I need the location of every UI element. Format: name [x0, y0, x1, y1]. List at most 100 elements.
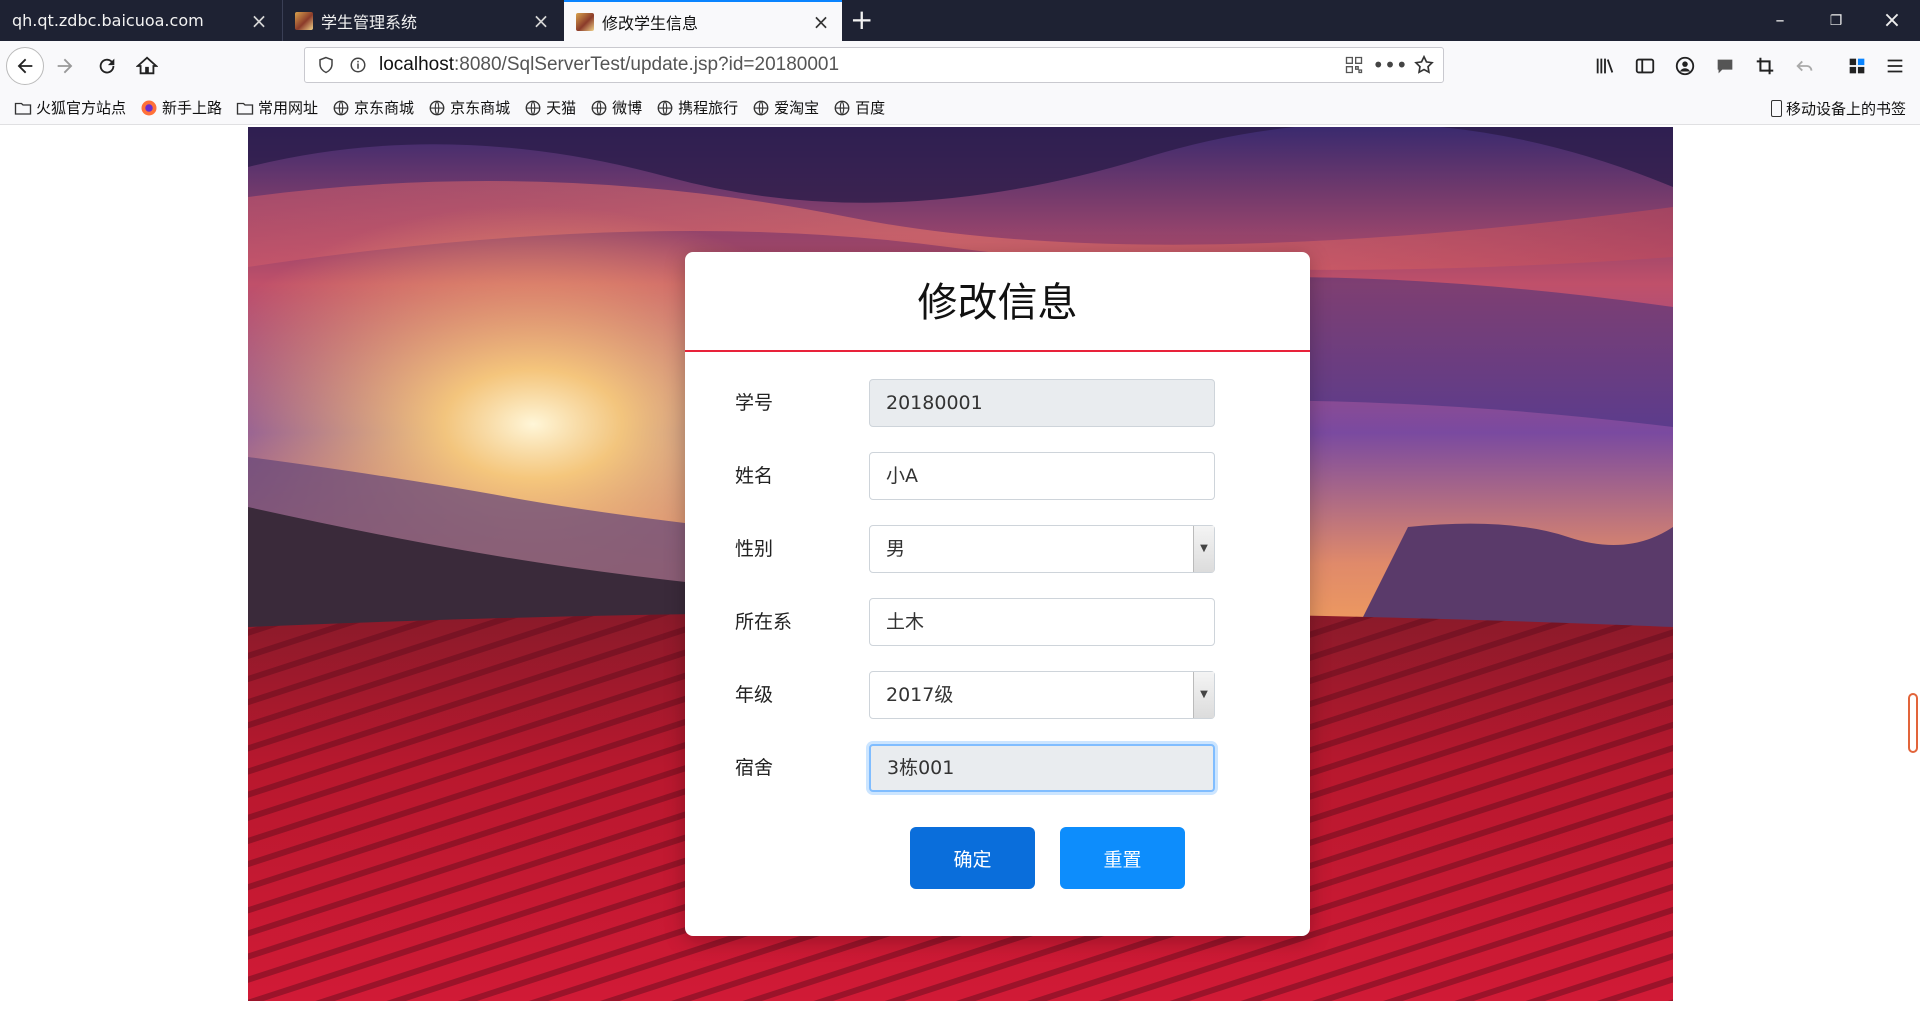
bookmark-label: 百度 [855, 99, 886, 117]
page-viewport: 修改信息 学号 20180001 姓名 小A 性别 男 ▼ 所在系 土木 年级 … [0, 125, 1920, 1030]
bookmark-item[interactable]: 天猫 [524, 97, 576, 118]
department-input[interactable]: 土木 [869, 598, 1215, 646]
globe-icon [833, 99, 851, 117]
student-id-input[interactable]: 20180001 [869, 379, 1215, 427]
form-row-gender: 性别 男 ▼ [735, 525, 1235, 573]
star-bookmark-icon[interactable] [1413, 54, 1435, 76]
field-label: 姓名 [735, 465, 774, 487]
bookmark-label: 京东商城 [354, 99, 415, 117]
globe-icon [590, 99, 608, 117]
hamburger-menu-icon[interactable] [1878, 49, 1912, 83]
bookmark-item[interactable]: 百度 [833, 97, 885, 118]
navigation-toolbar: localhost:8080/SqlServerTest/update.jsp?… [0, 41, 1920, 91]
bookmark-item[interactable]: 常用网址 [236, 97, 318, 118]
mobile-bookmarks-label: 移动设备上的书签 [1785, 99, 1906, 118]
edit-form-card: 修改信息 学号 20180001 姓名 小A 性别 男 ▼ 所在系 土木 年级 … [685, 252, 1310, 936]
sidebar-icon[interactable] [1628, 49, 1662, 83]
bookmark-label: 携程旅行 [678, 99, 739, 117]
form-title: 修改信息 [685, 252, 1310, 352]
page-favicon-icon [576, 12, 594, 31]
tab-label: 修改学生信息 [602, 13, 699, 33]
reload-icon[interactable] [90, 49, 124, 83]
bookmark-label: 爱淘宝 [774, 99, 820, 117]
form-row-department: 所在系 土木 [735, 598, 1235, 646]
tab-student-system[interactable]: 学生管理系统 × [282, 0, 562, 41]
info-icon[interactable] [347, 54, 369, 76]
gender-select[interactable]: 男 ▼ [869, 525, 1215, 573]
form-row-student-id: 学号 20180001 [735, 379, 1235, 427]
form-actions: 确定 重置 [735, 827, 1235, 889]
firefox-icon [140, 99, 158, 117]
field-label: 性别 [735, 538, 774, 560]
globe-icon [332, 99, 350, 117]
close-icon[interactable]: × [532, 9, 550, 33]
minimize-icon[interactable]: – [1752, 0, 1808, 41]
restore-icon[interactable]: ❐ [1808, 0, 1864, 41]
form-row-grade: 年级 2017级 ▼ [735, 671, 1235, 719]
bookmark-label: 京东商城 [450, 99, 511, 117]
field-label: 所在系 [735, 611, 793, 633]
undo-icon[interactable] [1788, 49, 1822, 83]
scroll-handle[interactable] [1908, 693, 1918, 753]
mobile-bookmarks[interactable]: 移动设备上的书签 [1770, 91, 1906, 125]
forward-arrow-icon[interactable] [48, 49, 82, 83]
bookmark-label: 常用网址 [258, 99, 319, 117]
page-favicon-icon [295, 11, 313, 30]
back-arrow-icon[interactable] [6, 47, 44, 85]
chat-icon[interactable] [1708, 49, 1742, 83]
window-close-icon[interactable]: × [1864, 0, 1920, 41]
close-icon[interactable]: × [812, 10, 830, 34]
globe-icon [752, 99, 770, 117]
bookmark-label: 天猫 [546, 99, 577, 117]
bookmark-item[interactable]: 携程旅行 [656, 97, 738, 118]
bookmark-item[interactable]: 京东商城 [428, 97, 510, 118]
crop-icon[interactable] [1748, 49, 1782, 83]
field-label: 年级 [735, 684, 774, 706]
globe-icon [428, 99, 446, 117]
url-text: localhost:8080/SqlServerTest/update.jsp?… [379, 54, 839, 76]
grade-select[interactable]: 2017级 ▼ [869, 671, 1215, 719]
bookmark-item[interactable]: 爱淘宝 [752, 97, 819, 118]
extensions-icon[interactable] [1840, 49, 1874, 83]
library-icon[interactable] [1588, 49, 1622, 83]
chevron-down-icon[interactable]: ▼ [1193, 526, 1214, 572]
shield-icon[interactable] [315, 54, 337, 76]
globe-icon [524, 99, 542, 117]
gender-selected-value: 男 [886, 538, 906, 560]
qr-code-icon[interactable] [1343, 54, 1365, 76]
url-host: localhost [379, 54, 454, 75]
folder-icon [236, 99, 254, 117]
folder-icon [14, 99, 32, 117]
bookmark-label: 新手上路 [162, 99, 223, 117]
url-bar[interactable]: localhost:8080/SqlServerTest/update.jsp?… [304, 47, 1444, 83]
more-actions-icon[interactable]: ••• [1372, 53, 1407, 77]
tab-edit-student[interactable]: 修改学生信息 × [564, 0, 842, 41]
name-input[interactable]: 小A [869, 452, 1215, 500]
field-label: 宿舍 [735, 757, 774, 779]
reset-button[interactable]: 重置 [1060, 827, 1185, 889]
bookmark-label: 火狐官方站点 [36, 99, 127, 117]
tab-bar: qh.qt.zdbc.baicuoa.com × 学生管理系统 × 修改学生信息… [0, 0, 1920, 41]
home-icon[interactable] [130, 49, 164, 83]
tab-label: qh.qt.zdbc.baicuoa.com [12, 11, 204, 30]
globe-icon [656, 99, 674, 117]
mobile-phone-icon [1770, 99, 1782, 117]
bookmark-item[interactable]: 微博 [590, 97, 642, 118]
chevron-down-icon[interactable]: ▼ [1193, 672, 1214, 718]
field-label: 学号 [735, 392, 774, 414]
tab-label: 学生管理系统 [321, 12, 418, 32]
account-icon[interactable] [1668, 49, 1702, 83]
bookmarks-toolbar: 火狐官方站点 新手上路 常用网址 京东商城 京东商城 天猫 微博 携程旅行 爱淘… [0, 91, 1920, 125]
confirm-button[interactable]: 确定 [910, 827, 1035, 889]
url-path: :8080/SqlServerTest/update.jsp?id=201800… [454, 54, 840, 75]
new-tab-plus-icon[interactable]: + [850, 4, 873, 36]
form-row-dorm: 宿舍 3栋001 [735, 744, 1235, 792]
close-icon[interactable]: × [250, 9, 268, 33]
bookmark-item[interactable]: 京东商城 [332, 97, 414, 118]
grade-selected-value: 2017级 [886, 684, 954, 706]
bookmark-label: 微博 [612, 99, 643, 117]
bookmark-item[interactable]: 火狐官方站点 [14, 97, 126, 118]
tab-qh-qt[interactable]: qh.qt.zdbc.baicuoa.com × [0, 0, 280, 41]
dorm-input[interactable]: 3栋001 [869, 744, 1215, 792]
bookmark-item[interactable]: 新手上路 [140, 97, 222, 118]
